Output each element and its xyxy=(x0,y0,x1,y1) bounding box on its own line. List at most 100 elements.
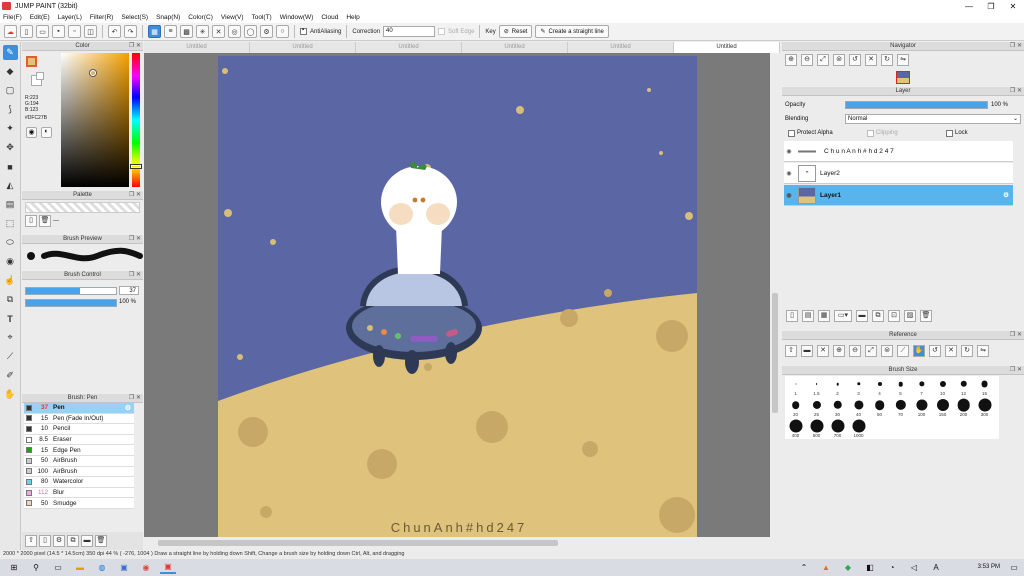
vertical-scrollbar[interactable] xyxy=(770,53,780,537)
soft-edge-checkbox[interactable] xyxy=(438,28,446,35)
menu-select[interactable]: Select(S) xyxy=(121,14,148,21)
brush-size-option[interactable]: 3 xyxy=(848,376,869,397)
layer-row-text[interactable]: ◉ C h u n A n h # h d 2 4 7 xyxy=(784,141,1013,162)
duplicate-layer-icon[interactable]: ⧉ xyxy=(872,310,884,322)
save-icon[interactable]: ▪ xyxy=(52,25,65,38)
search-icon[interactable]: ⚲ xyxy=(28,562,44,574)
brush-size-option[interactable]: 2 xyxy=(827,376,848,397)
eraser-tool-icon[interactable]: ◆ xyxy=(3,64,18,79)
ref-hand-icon[interactable]: ✋ xyxy=(913,345,925,357)
redo-icon[interactable]: ↷ xyxy=(124,25,137,38)
zoom-in-icon[interactable]: ⊕ xyxy=(785,54,797,66)
brush-list-item[interactable]: 15 Edge Pen xyxy=(24,445,134,456)
pen-tool-icon[interactable]: ✎ xyxy=(2,45,18,60)
ref-zoom-in-icon[interactable]: ⊕ xyxy=(833,345,845,357)
layer-folder-icon[interactable]: ▬ xyxy=(856,310,868,322)
menu-view[interactable]: View(V) xyxy=(221,14,244,21)
delete-brush-icon[interactable]: 🗑 xyxy=(95,535,107,547)
bucket-tool-icon[interactable]: ◭ xyxy=(3,178,18,193)
brush-size-option[interactable]: 400 xyxy=(785,418,806,439)
stamp-tool-icon[interactable]: ⧉ xyxy=(3,292,18,307)
reset-rotation-icon[interactable]: ✕ xyxy=(865,54,877,66)
foreground-color-swatch[interactable] xyxy=(26,56,37,67)
tab-untitled-3[interactable]: Untitled xyxy=(356,42,462,53)
layer-row-layer1[interactable]: ◉ Layer1 ⚙ xyxy=(784,185,1013,206)
gradient-tool-icon[interactable]: ▤ xyxy=(3,197,18,212)
snap-extra-icon[interactable]: ○ xyxy=(276,25,289,38)
palette-swatch-area[interactable] xyxy=(25,202,140,213)
windows-start-icon[interactable]: ⊞ xyxy=(6,562,22,574)
save-as-icon[interactable]: ▫ xyxy=(68,25,81,38)
rotate-left-icon[interactable]: ↺ xyxy=(849,54,861,66)
hand-tool-icon[interactable]: ✋ xyxy=(3,387,18,402)
language-icon[interactable]: A xyxy=(928,562,944,574)
publish-icon[interactable]: ◫ xyxy=(84,25,97,38)
snap-parallel-icon[interactable]: ≡ xyxy=(164,25,177,38)
delete-palette-icon[interactable]: 🗑 xyxy=(39,215,51,227)
fit-window-icon[interactable]: ⤢ xyxy=(817,54,829,66)
select-pen-tool-icon[interactable]: ⬚ xyxy=(3,216,18,231)
ref-rotate-left-icon[interactable]: ↺ xyxy=(929,345,941,357)
close-button[interactable]: ✕ xyxy=(1002,2,1024,11)
transparent-swatch[interactable] xyxy=(36,72,44,80)
protect-alpha-checkbox[interactable] xyxy=(788,130,795,137)
brush-size-option[interactable]: 500 xyxy=(806,418,827,439)
edge-browser-icon[interactable]: ◍ xyxy=(94,562,110,574)
panel-window-icons[interactable]: ❐ ✕ xyxy=(129,271,141,280)
ref-reset-rotation-icon[interactable]: ✕ xyxy=(945,345,957,357)
tray-app-icon-2[interactable]: ◆ xyxy=(840,562,856,574)
blur-tool-icon[interactable]: ◉ xyxy=(3,254,18,269)
reset-button[interactable]: ⊘ Reset xyxy=(498,25,533,38)
brush-list-item[interactable]: 100 AirBrush xyxy=(24,466,134,478)
minimize-button[interactable]: — xyxy=(958,2,980,11)
upload-reference-icon[interactable]: ⇧ xyxy=(785,345,797,357)
brush-list-item[interactable]: 8.5 Eraser xyxy=(24,434,134,446)
straight-line-button[interactable]: ✎ Create a straight line xyxy=(535,25,609,38)
artwork-canvas[interactable]: ChunAnh#hd247 xyxy=(218,56,697,537)
brush-settings-icon[interactable]: ⚙ xyxy=(53,535,65,547)
brush-size-input[interactable]: 37 xyxy=(119,286,139,295)
tray-app-icon-3[interactable]: ◧ xyxy=(862,562,878,574)
upload-brush-icon[interactable]: ⇧ xyxy=(25,535,37,547)
brush-size-option[interactable]: 5 xyxy=(890,376,911,397)
menu-filter[interactable]: Filter(R) xyxy=(90,14,113,21)
task-view-icon[interactable]: ▭ xyxy=(50,562,66,574)
snap-grid-icon[interactable]: ▩ xyxy=(180,25,193,38)
brush-list-item[interactable]: 80 Watercolor xyxy=(24,477,134,488)
merge-layer-icon[interactable]: ⊡ xyxy=(888,310,900,322)
layer-opacity-slider[interactable] xyxy=(845,101,988,109)
ref-rotate-right-icon[interactable]: ↻ xyxy=(961,345,973,357)
select-eraser-tool-icon[interactable]: ⬭ xyxy=(3,235,18,250)
brush-size-option[interactable]: 40 xyxy=(848,397,869,418)
menu-color[interactable]: Color(C) xyxy=(188,14,213,21)
panel-window-icons[interactable]: ❐ ✕ xyxy=(129,191,141,200)
menu-window[interactable]: Window(W) xyxy=(280,14,314,21)
snap-off-icon[interactable]: ▦ xyxy=(148,25,161,38)
undo-icon[interactable]: ↶ xyxy=(108,25,121,38)
tray-app-icon-1[interactable]: ▲ xyxy=(818,562,834,574)
add-halftone-layer-icon[interactable]: ▦ xyxy=(818,310,830,322)
brush-size-option[interactable]: 70 xyxy=(890,397,911,418)
jump-paint-taskbar-icon[interactable]: ▣ xyxy=(160,562,176,574)
menu-file[interactable]: File(F) xyxy=(3,14,22,21)
color-mode-icon[interactable]: ◉ xyxy=(26,127,37,138)
eye-icon[interactable]: ◉ xyxy=(784,170,794,177)
notification-icon[interactable]: ▭ xyxy=(1006,562,1022,574)
tray-chevron-icon[interactable]: ⌃ xyxy=(796,562,812,574)
layer-options-icon[interactable]: ▭▾ xyxy=(834,310,852,322)
eyedropper-tool-icon[interactable]: ⟋ xyxy=(3,349,18,364)
tab-untitled-2[interactable]: Untitled xyxy=(250,42,356,53)
snap-circle-icon[interactable]: ◎ xyxy=(228,25,241,38)
panel-window-icons[interactable]: ❐ ✕ xyxy=(129,235,141,244)
snap-settings-icon[interactable]: ⚙ xyxy=(260,25,273,38)
maximize-button[interactable]: ❐ xyxy=(980,2,1002,11)
clear-layer-icon[interactable]: ▨ xyxy=(904,310,916,322)
ref-zoom-out-icon[interactable]: ⊖ xyxy=(849,345,861,357)
hue-slider-handle[interactable] xyxy=(131,165,141,168)
actual-size-icon[interactable]: ⊜ xyxy=(833,54,845,66)
menu-snap[interactable]: Snap(N) xyxy=(156,14,180,21)
move-tool-icon[interactable]: ✥ xyxy=(3,140,18,155)
brush-list-item[interactable]: 50 AirBrush xyxy=(24,455,134,467)
eye-icon[interactable]: ◉ xyxy=(784,192,794,199)
brush-list-item[interactable]: 10 Pencil xyxy=(24,424,134,435)
